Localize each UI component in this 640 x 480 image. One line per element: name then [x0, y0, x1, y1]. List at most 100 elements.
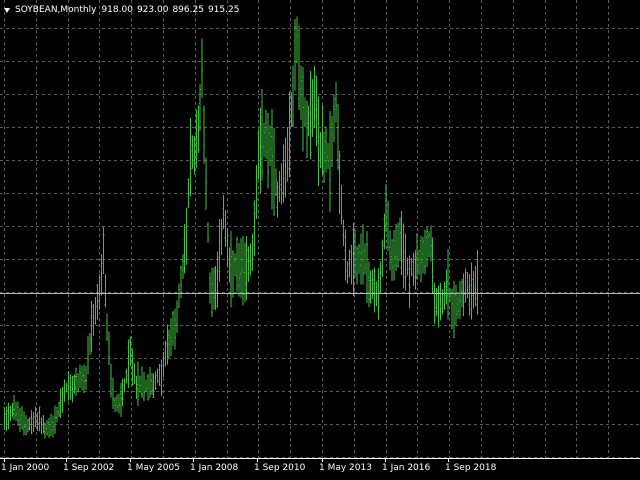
price-bar: [11, 402, 14, 418]
price-bar: [402, 223, 405, 289]
price-bar: [185, 207, 188, 266]
price-bar: [53, 405, 56, 434]
price-bar: [102, 226, 105, 274]
price-bar: [433, 283, 436, 325]
price-bar: [189, 118, 192, 197]
price-bar: [152, 373, 155, 399]
grid: [0, 0, 640, 458]
price-bar: [427, 231, 430, 258]
price-bar: [274, 168, 277, 196]
price-bar: [84, 366, 87, 390]
price-bar: [294, 18, 297, 91]
price-bar: [255, 164, 258, 220]
price-bar: [313, 65, 316, 128]
time-axis-tick: [322, 458, 323, 462]
price-bar: [414, 250, 417, 290]
price-bar: [51, 415, 54, 438]
price-bar: [63, 379, 66, 403]
price-bar: [100, 254, 103, 296]
price-bar: [278, 170, 281, 203]
price-bar: [90, 301, 93, 353]
price-bar: [40, 417, 43, 435]
price-bar: [69, 374, 72, 400]
price-bar: [472, 270, 475, 309]
price-bar: [224, 210, 227, 247]
price-bar: [154, 371, 157, 391]
price-bar: [286, 126, 289, 182]
time-axis-label: 1 Sep 2002: [63, 463, 115, 473]
price-bar: [387, 200, 390, 251]
price-bar: [162, 351, 165, 377]
price-bar: [123, 377, 126, 393]
price-bar: [367, 261, 370, 308]
price-bar: [148, 367, 151, 398]
price-bar: [396, 222, 399, 268]
price-bar: [363, 242, 366, 275]
chart-plot-area[interactable]: [0, 0, 640, 458]
price-bar: [394, 224, 397, 271]
price-bar: [94, 297, 97, 325]
price-bar: [462, 273, 465, 317]
price-bar: [170, 318, 173, 357]
price-bar: [141, 366, 144, 399]
price-bar: [373, 267, 376, 313]
price-bar: [3, 407, 6, 430]
price-bar: [71, 375, 74, 403]
price-bar: [77, 373, 80, 393]
price-bar: [251, 233, 254, 271]
price-bar: [28, 417, 31, 431]
price-bar: [379, 261, 382, 293]
price-bar: [15, 402, 18, 422]
price-bar: [175, 300, 178, 334]
price-bar: [32, 411, 35, 432]
price-bar: [236, 237, 238, 292]
price-bar: [292, 65, 295, 127]
price-bar: [183, 224, 186, 274]
price-bar: [301, 67, 304, 152]
time-axis-label: 1 Jan 2008: [190, 463, 239, 473]
price-bar: [104, 273, 107, 308]
price-bar: [158, 363, 161, 386]
price-bar: [268, 124, 271, 166]
price-bar: [113, 397, 116, 412]
price-bar: [222, 194, 225, 230]
price-bar: [267, 112, 269, 189]
price-bar: [177, 283, 180, 308]
price-bar: [86, 335, 89, 375]
price-bar: [474, 266, 477, 307]
price-bar: [73, 374, 76, 394]
close-value: 915.25: [207, 5, 240, 15]
price-bar: [174, 308, 176, 350]
price-bar: [237, 243, 240, 297]
price-bar: [383, 213, 386, 250]
price-bar: [410, 258, 413, 276]
price-bar: [133, 363, 136, 384]
price-bar: [447, 249, 450, 320]
price-bar: [453, 281, 455, 339]
low-value: 896.25: [172, 5, 204, 15]
price-bar: [44, 422, 47, 439]
price-bar: [406, 257, 409, 276]
price-bar: [454, 285, 457, 327]
price-bar: [381, 239, 384, 277]
price-bar: [423, 229, 426, 275]
price-bar: [391, 239, 393, 281]
price-bar: [369, 270, 372, 304]
price-bar: [230, 231, 233, 308]
time-axis[interactable]: 1 Jan 2000 1 Sep 2002 1 May 2005 1 Jan 2008…: [0, 458, 640, 480]
price-bar: [59, 388, 62, 418]
price-bar: [443, 281, 446, 311]
price-bar: [208, 272, 211, 304]
price-bar: [137, 361, 140, 406]
price-bar: [245, 236, 248, 301]
open-value: 918.00: [101, 5, 133, 15]
menu-triangle-icon[interactable]: [4, 7, 10, 13]
price-bar: [112, 377, 114, 410]
price-bar: [437, 285, 440, 328]
price-bar: [332, 94, 335, 142]
price-bar: [319, 131, 322, 169]
time-axis-label: 1 Sep 2010: [254, 463, 306, 473]
time-axis-label: 1 Jan 2016: [382, 463, 431, 473]
price-bar: [61, 386, 64, 414]
chart-window[interactable]: SOYBEAN,Monthly 918.00 923.00 896.25 915…: [0, 0, 640, 480]
